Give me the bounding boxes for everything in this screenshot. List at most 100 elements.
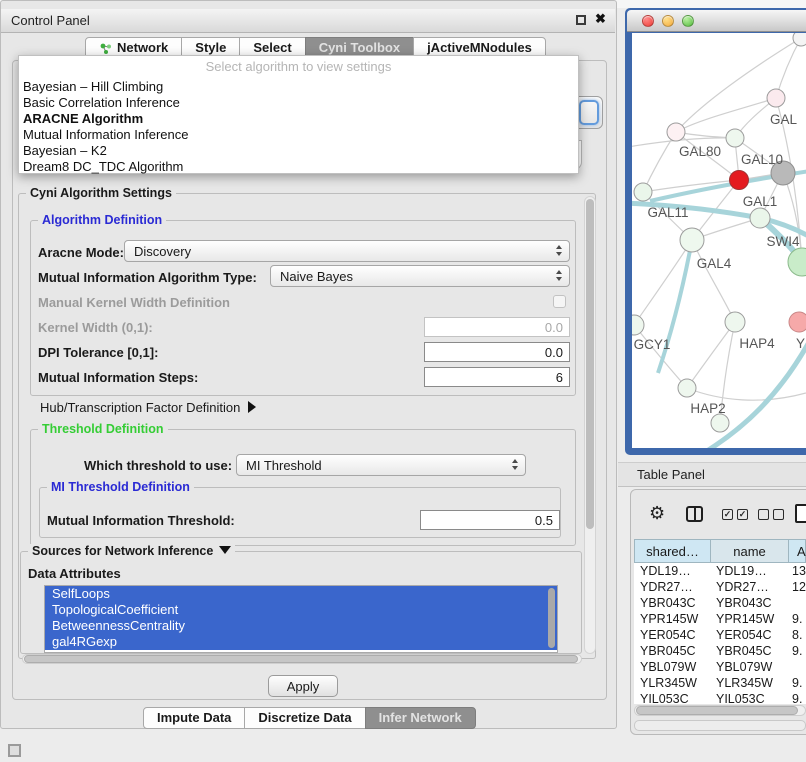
mi-threshold-definition-title: MI Threshold Definition: [47, 480, 194, 494]
bottom-tabbar: Impute Data Discretize Data Infer Networ…: [144, 707, 476, 729]
column-header-partial[interactable]: A: [788, 539, 806, 563]
algorithm-definition-title: Algorithm Definition: [38, 213, 166, 227]
which-threshold-combo[interactable]: MI Threshold: [236, 454, 526, 476]
node-gal4[interactable]: [680, 228, 704, 252]
combo-arrows-icon: [512, 459, 518, 470]
aracne-mode-value: Discovery: [134, 244, 191, 259]
cell-name: YDL19…: [716, 563, 767, 579]
column-header-name[interactable]: name: [710, 539, 789, 563]
dropdown-item[interactable]: Basic Correlation Inference: [23, 95, 180, 111]
cell-name: YDR27…: [716, 579, 769, 595]
node[interactable]: [711, 414, 729, 432]
list-item[interactable]: gal4RGexp: [45, 634, 557, 650]
combo-arrows-icon: [556, 245, 562, 256]
network-window-titlebar[interactable]: [627, 10, 806, 32]
kernel-width-field[interactable]: 0.0: [424, 317, 570, 337]
tab-discretize-data-label: Discretize Data: [258, 708, 351, 728]
split-columns-icon[interactable]: [686, 506, 703, 522]
focus-ring: [579, 100, 599, 125]
aracne-mode-combo[interactable]: Discovery: [124, 240, 570, 262]
node-label: GAL10: [741, 152, 783, 167]
dropdown-item[interactable]: Bayesian – K2: [23, 143, 107, 159]
dpi-tolerance-label: DPI Tolerance [0,1]:: [38, 345, 158, 360]
dropdown-placeholder: Select algorithm to view settings: [19, 59, 578, 74]
zoom-traffic-icon[interactable]: [682, 15, 694, 27]
node-label: GAL4: [697, 256, 732, 271]
settings-scrollbar-thumb[interactable]: [586, 199, 594, 529]
cell-shared-name: YIL053C: [640, 691, 689, 704]
node-table[interactable]: YDL19… YDL19… 13 YDR27… YDR27… 12 YBR043…: [634, 563, 806, 704]
float-window-icon[interactable]: [576, 15, 586, 25]
node-swi4[interactable]: [750, 208, 770, 228]
checked-box-icon: ✓: [722, 509, 733, 520]
manual-kernel-checkbox[interactable]: [553, 295, 566, 308]
cell-name: YPR145W: [716, 611, 774, 627]
minimize-traffic-icon[interactable]: [662, 15, 674, 27]
tab-infer-network-label: Infer Network: [379, 708, 462, 728]
tab-impute-data-label: Impute Data: [157, 708, 231, 728]
mi-type-value: Naive Bayes: [280, 269, 353, 284]
node-label: GCY1: [634, 337, 671, 352]
manual-kernel-label: Manual Kernel Width Definition: [38, 295, 230, 310]
table-hscrollbar-thumb[interactable]: [636, 706, 798, 715]
node[interactable]: [793, 33, 806, 46]
dpi-tolerance-field[interactable]: 0.0: [424, 342, 570, 362]
sources-title-label: Sources for Network Inference: [32, 544, 213, 558]
list-item[interactable]: BetweennessCentrality: [45, 618, 557, 634]
apply-button-label: Apply: [287, 679, 320, 694]
close-icon[interactable]: ✖: [595, 11, 606, 27]
hub-definition-label: Hub/Transcription Factor Definition: [40, 400, 240, 415]
list-item[interactable]: TopologicalCoefficient: [45, 602, 557, 618]
tab-infer-network[interactable]: Infer Network: [365, 707, 476, 729]
dropdown-item-selected[interactable]: ARACNE Algorithm: [23, 111, 143, 127]
node-gal11[interactable]: [634, 183, 652, 201]
mi-threshold-label: Mutual Information Threshold:: [47, 513, 235, 528]
node-salmon[interactable]: [789, 312, 806, 332]
node-label: GAL: [770, 112, 798, 127]
mi-type-combo[interactable]: Naive Bayes: [270, 265, 570, 287]
node-hap4[interactable]: [725, 312, 745, 332]
node-label: HAP4: [739, 336, 775, 351]
gear-icon[interactable]: ⚙: [649, 503, 665, 524]
grip-icon[interactable]: [8, 744, 21, 757]
mi-type-label: Mutual Information Algorithm Type:: [38, 270, 257, 285]
apply-button[interactable]: Apply: [268, 675, 338, 697]
dropdown-item[interactable]: Dream8 DC_TDC Algorithm: [23, 159, 183, 175]
mi-steps-field[interactable]: 6: [424, 367, 570, 387]
document-icon[interactable]: [795, 504, 806, 523]
node-label: Y: [796, 336, 805, 351]
cell-shared-name: YLR345W: [640, 675, 697, 691]
network-view-canvas[interactable]: GAL GAL80 GAL10 GAL1 GAL11 SWI4 GAL4 GCY…: [632, 33, 806, 448]
node-gcy1[interactable]: [632, 315, 644, 335]
cell-name: YBL079W: [716, 659, 772, 675]
tab-impute-data[interactable]: Impute Data: [143, 707, 245, 729]
node-gal80[interactable]: [667, 123, 685, 141]
dropdown-item[interactable]: Bayesian – Hill Climbing: [23, 79, 163, 95]
hub-definition-expander[interactable]: Hub/Transcription Factor Definition: [40, 400, 256, 415]
node-label: GAL11: [647, 205, 688, 220]
node-gal10[interactable]: [726, 129, 744, 147]
cell-value: 13: [792, 563, 806, 579]
node-label: HAP2: [690, 401, 725, 416]
node-hap2[interactable]: [678, 379, 696, 397]
select-all-checkboxes-icon[interactable]: ✓ ✓: [722, 509, 748, 520]
mi-threshold-field[interactable]: 0.5: [420, 510, 560, 530]
mi-steps-value: 6: [556, 370, 563, 385]
table-panel-titlebar: Table Panel: [618, 462, 806, 487]
node-label: SWI4: [766, 234, 799, 249]
sources-title[interactable]: Sources for Network Inference: [28, 544, 235, 558]
node[interactable]: [767, 89, 785, 107]
data-attributes-list[interactable]: SelfLoops TopologicalCoefficient Between…: [44, 585, 558, 653]
settings-hscrollbar-thumb[interactable]: [24, 655, 578, 663]
checked-box-icon: ✓: [737, 509, 748, 520]
tab-discretize-data[interactable]: Discretize Data: [244, 707, 365, 729]
node-gal1-red[interactable]: [730, 171, 749, 190]
deselect-all-checkboxes-icon[interactable]: [758, 509, 784, 520]
column-header-shared-name[interactable]: shared…: [634, 539, 711, 563]
threshold-definition-title: Threshold Definition: [38, 422, 168, 436]
node-label: GAL1: [743, 194, 778, 209]
close-traffic-icon[interactable]: [642, 15, 654, 27]
dropdown-item[interactable]: Mutual Information Inference: [23, 127, 188, 143]
list-scrollbar-thumb[interactable]: [548, 588, 555, 648]
list-item[interactable]: SelfLoops: [45, 586, 557, 602]
